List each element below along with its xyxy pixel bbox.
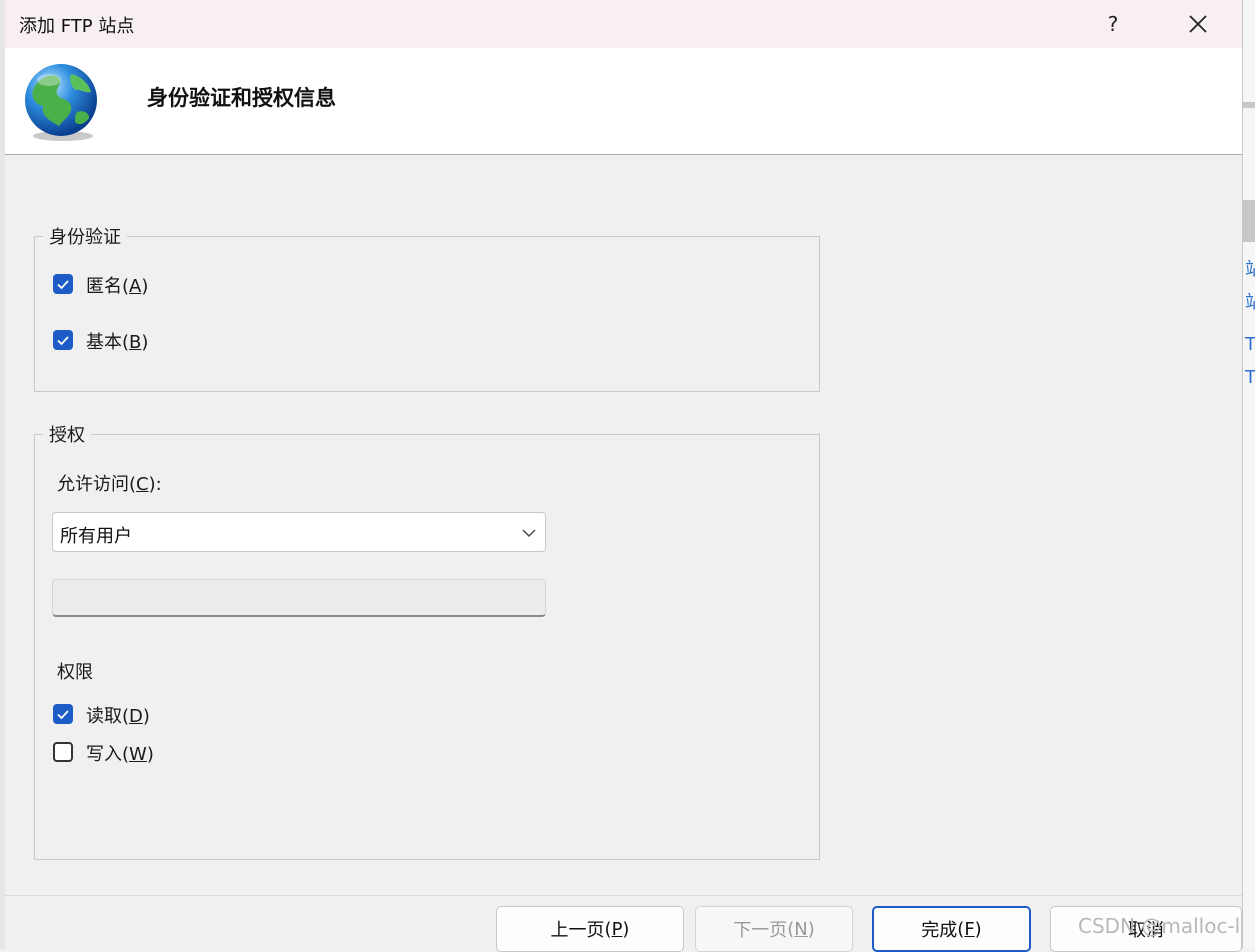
background-window-edge-right: 站 站 T T xyxy=(1242,0,1255,949)
write-checkbox[interactable] xyxy=(53,742,73,762)
page-title: 身份验证和授权信息 xyxy=(147,86,336,110)
anonymous-label[interactable]: 匿名(A) xyxy=(86,272,148,298)
watermark: CSDN @malloc-l xyxy=(1078,914,1241,938)
checkmark-icon xyxy=(57,710,69,720)
checkmark-icon xyxy=(57,336,69,346)
background-link-fragment: 站 xyxy=(1245,288,1255,314)
background-panel xyxy=(1243,200,1255,242)
user-names-field[interactable] xyxy=(52,579,546,617)
allow-access-dropdown[interactable]: 所有用户 xyxy=(52,512,546,552)
close-icon xyxy=(1189,15,1207,33)
help-icon: ? xyxy=(1107,12,1119,36)
allow-access-selected-value: 所有用户 xyxy=(60,526,132,547)
background-link-fragment: T xyxy=(1245,334,1255,355)
basic-label[interactable]: 基本(B) xyxy=(86,328,148,354)
background-link-fragment: T xyxy=(1245,367,1255,388)
background-link-fragment: 站 xyxy=(1245,255,1255,281)
authorization-group: 授权 xyxy=(34,421,820,860)
background-divider xyxy=(1243,102,1255,108)
wizard-header: 身份验证和授权信息 xyxy=(5,48,1242,155)
chevron-down-icon xyxy=(522,529,536,537)
authorization-legend: 授权 xyxy=(43,421,91,447)
permissions-label: 权限 xyxy=(57,662,93,683)
read-checkbox[interactable] xyxy=(53,704,73,724)
globe-icon xyxy=(25,64,97,141)
title-bar: 添加 FTP 站点 ? xyxy=(5,0,1242,48)
add-ftp-site-dialog: 添加 FTP 站点 ? 身份验证和授权信息 身份验证 匿名(A) 基本(B) 授… xyxy=(5,0,1242,952)
anonymous-checkbox[interactable] xyxy=(53,274,73,294)
checkmark-icon xyxy=(57,280,69,290)
basic-checkbox[interactable] xyxy=(53,330,73,350)
help-button[interactable]: ? xyxy=(1085,0,1141,48)
next-button[interactable]: 下一页(N) xyxy=(695,906,853,952)
authentication-group: 身份验证 xyxy=(34,223,820,392)
close-button[interactable] xyxy=(1165,0,1231,48)
window-title: 添加 FTP 站点 xyxy=(19,16,135,37)
allow-access-label: 允许访问(C): xyxy=(57,474,162,495)
previous-button[interactable]: 上一页(P) xyxy=(496,906,684,952)
finish-button[interactable]: 完成(F) xyxy=(872,906,1031,952)
authentication-legend: 身份验证 xyxy=(43,223,127,249)
write-label[interactable]: 写入(W) xyxy=(86,740,154,766)
read-label[interactable]: 读取(D) xyxy=(86,702,150,728)
